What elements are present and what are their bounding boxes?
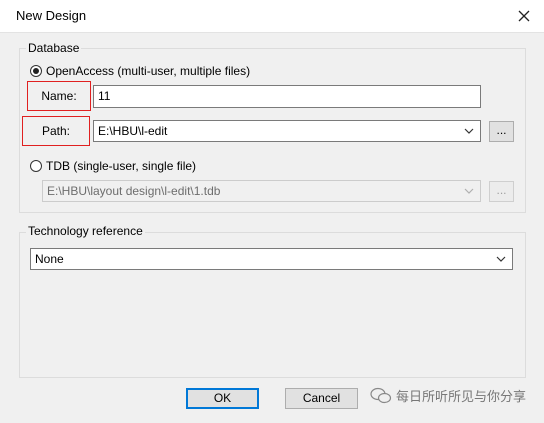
title-bar: New Design [0, 0, 544, 33]
path-label-highlight: Path: [22, 116, 90, 146]
database-group-label: Database [26, 41, 82, 55]
technology-group-label: Technology reference [26, 224, 145, 238]
openaccess-radio-row[interactable]: OpenAccess (multi-user, multiple files) [30, 64, 250, 78]
path-label: Path: [41, 124, 71, 138]
close-icon [518, 10, 530, 22]
tdb-radio-row[interactable]: TDB (single-user, single file) [30, 159, 196, 173]
ok-button[interactable]: OK [186, 388, 259, 409]
tdb-label: TDB (single-user, single file) [46, 159, 197, 173]
technology-selected-value: None [35, 252, 64, 266]
watermark: 每日所听所见与你分享 [370, 386, 526, 405]
tdb-radio[interactable] [30, 160, 42, 172]
tdb-path-combobox: E:\HBU\layout design\l-edit\1.tdb [42, 180, 481, 202]
path-browse-button[interactable]: ... [489, 121, 514, 142]
tdb-browse-button: ... [489, 181, 514, 202]
wechat-icon [370, 387, 392, 403]
chevron-down-icon [496, 256, 506, 262]
cancel-button[interactable]: Cancel [285, 388, 358, 409]
openaccess-label: OpenAccess (multi-user, multiple files) [46, 64, 251, 78]
tdb-path-value: E:\HBU\layout design\l-edit\1.tdb [47, 184, 221, 198]
window-title: New Design [16, 8, 87, 23]
chevron-down-icon [464, 128, 474, 134]
technology-select[interactable]: None [30, 248, 513, 270]
openaccess-radio[interactable] [30, 65, 42, 77]
chevron-down-icon [464, 188, 474, 194]
name-input[interactable]: 11 [93, 85, 481, 108]
name-label-highlight: Name: [27, 81, 91, 111]
close-button[interactable] [512, 4, 536, 28]
watermark-text: 每日所听所见与你分享 [396, 390, 527, 405]
name-label: Name: [41, 89, 77, 103]
path-combobox[interactable]: E:\HBU\l-edit [93, 120, 481, 142]
path-value: E:\HBU\l-edit [98, 124, 168, 138]
